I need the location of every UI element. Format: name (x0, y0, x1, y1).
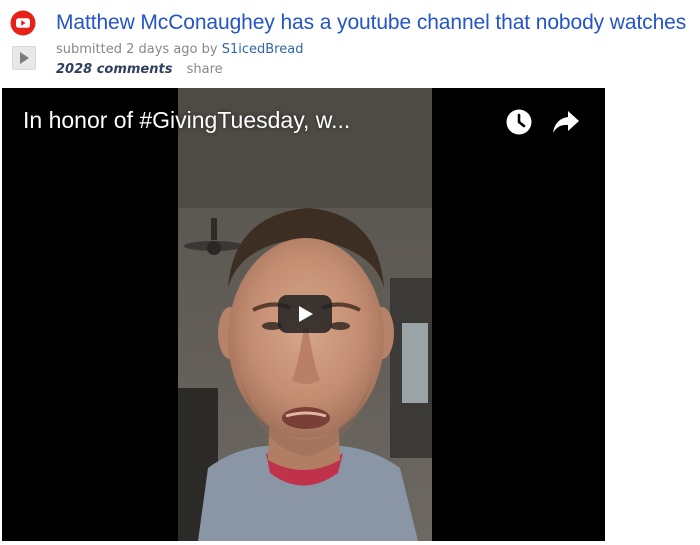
author-link[interactable]: S1icedBread (222, 42, 304, 57)
play-icon[interactable] (278, 295, 332, 333)
comments-link[interactable]: 2028 comments (56, 62, 172, 77)
post-buttons: 2028 comments share (56, 62, 223, 77)
share-link[interactable]: share (187, 62, 223, 77)
youtube-icon[interactable] (10, 10, 36, 36)
clock-icon[interactable] (504, 107, 534, 137)
reddit-post: Matthew McConaughey has a youtube channe… (0, 0, 700, 545)
video-title[interactable]: In honor of #GivingTuesday, w... (23, 107, 350, 134)
post-tagline: submitted 2 days ago by S1icedBread (56, 42, 303, 57)
tagline-prefix: submitted 2 days ago by (56, 42, 222, 57)
video-player[interactable]: In honor of #GivingTuesday, w... (2, 88, 605, 541)
share-arrow-icon[interactable] (551, 108, 581, 136)
expando-button[interactable] (12, 46, 36, 70)
play-expando-icon (20, 52, 29, 64)
post-title[interactable]: Matthew McConaughey has a youtube channe… (56, 11, 686, 35)
